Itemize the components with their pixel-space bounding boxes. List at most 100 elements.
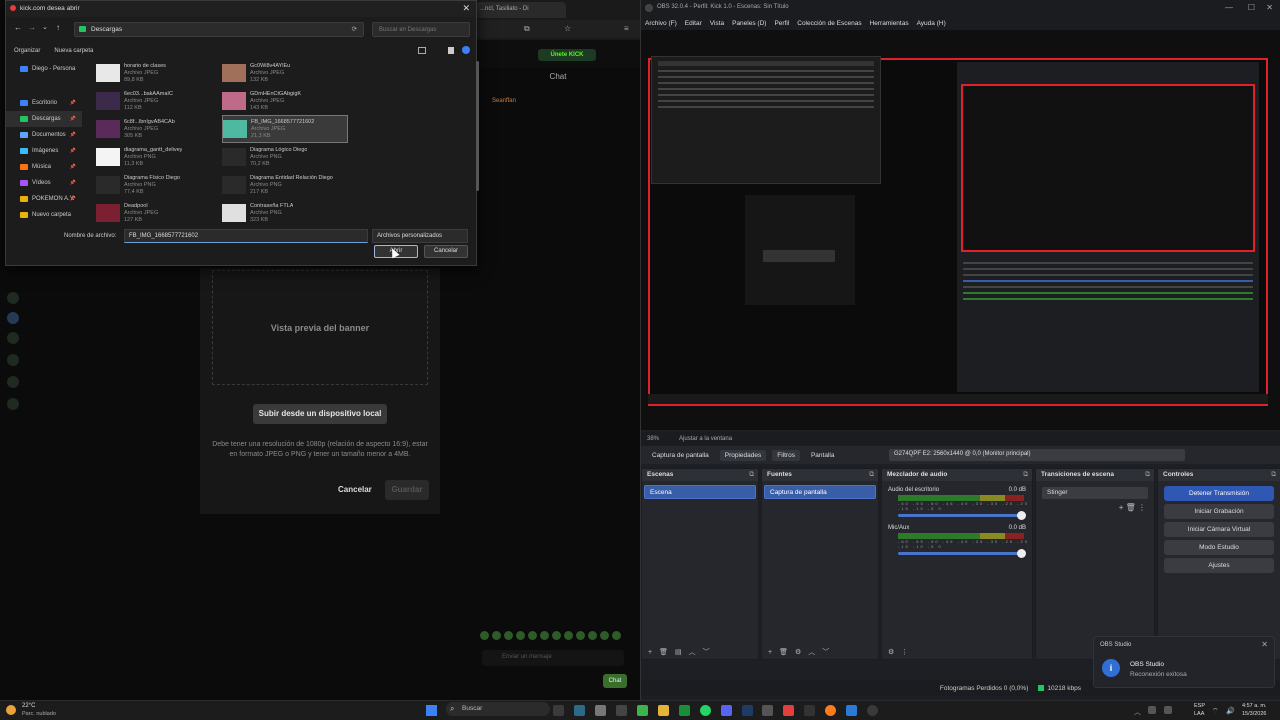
tray-icon[interactable] [1164, 706, 1172, 714]
dock-options-icon[interactable]: ⧉ [749, 471, 754, 479]
volume-icon[interactable]: 🔊 [1226, 707, 1235, 715]
emote-icon[interactable] [588, 631, 597, 640]
channel-avatar[interactable] [7, 376, 19, 388]
settings-button[interactable]: Ajustes [1164, 558, 1274, 573]
file-explorer-icon[interactable] [657, 705, 669, 716]
add-icon[interactable]: + [1119, 503, 1124, 512]
back-icon[interactable]: ← [14, 23, 22, 32]
path-segment[interactable]: Descargas [91, 26, 122, 33]
weather-temp[interactable]: 22°C [22, 703, 35, 709]
dialog-path-bar[interactable]: Descargas ⟳ [74, 22, 364, 37]
channel-avatar[interactable] [7, 292, 19, 304]
sidebar-item[interactable]: Diego - Persona [6, 61, 82, 77]
app-icon[interactable] [636, 705, 648, 716]
menu-icon[interactable]: ≡ [624, 24, 629, 33]
dialog-scrollbar[interactable] [476, 61, 479, 191]
menu-item[interactable]: Archivo (F) [645, 20, 677, 27]
app-icon[interactable] [615, 705, 627, 716]
app-icon[interactable] [741, 705, 753, 716]
tray-icon[interactable] [1148, 706, 1156, 714]
emote-icon[interactable] [492, 631, 501, 640]
emote-icon[interactable] [516, 631, 525, 640]
studio-mode-button[interactable]: Modo Estudio [1164, 540, 1274, 555]
remove-icon[interactable]: 🗑 [659, 648, 668, 656]
remove-icon[interactable]: 🗑 [779, 648, 788, 656]
more-icon[interactable]: ⋮ [901, 648, 908, 656]
close-icon[interactable]: ✕ [1261, 640, 1268, 649]
file-item[interactable]: FB_IMG_1668577721602 Archivo JPEG 21,3 KB [222, 115, 348, 143]
chevron-up-icon[interactable]: ︿ [1134, 707, 1141, 717]
view-icon[interactable] [418, 47, 426, 54]
emote-icon[interactable] [480, 631, 489, 640]
channel-avatar[interactable] [7, 354, 19, 366]
emote-icon[interactable] [564, 631, 573, 640]
add-icon[interactable]: + [768, 649, 772, 656]
refresh-icon[interactable]: ⟳ [352, 25, 357, 33]
menu-item[interactable]: Paneles (D) [732, 20, 766, 27]
menu-item[interactable]: Editar [685, 20, 702, 27]
remove-icon[interactable]: 🗑 [1126, 503, 1136, 512]
emote-icon[interactable] [528, 631, 537, 640]
fit-to-window-button[interactable]: Ajustar a la ventana [679, 436, 732, 442]
chat-input[interactable]: Enviar un mensaje [482, 650, 624, 666]
taskbar-search[interactable]: Buscar [446, 702, 550, 716]
file-item[interactable]: horario de clases Archivo JPEG 89,8 KB [96, 59, 222, 87]
preview-pane-icon[interactable] [448, 47, 454, 54]
subscribe-button[interactable]: Únete KICK [538, 49, 596, 61]
whatsapp-icon[interactable] [699, 705, 711, 716]
close-icon[interactable]: ✕ [462, 3, 470, 14]
app-icon[interactable] [594, 705, 606, 716]
sidebar-item[interactable]: Escritorio 📌 [6, 95, 82, 111]
file-item[interactable]: Deadpool Archivo JPEG 127 KB [96, 199, 222, 227]
sidebar-item[interactable]: Vídeos 📌 [6, 175, 82, 191]
modal-save-button[interactable]: Guardar [385, 480, 429, 500]
maximize-icon[interactable]: ☐ [1248, 3, 1255, 12]
sidebar-item[interactable]: Nuevo carpeta [6, 207, 82, 223]
language-indicator[interactable]: ESP [1194, 703, 1205, 709]
start-virtual-camera-button[interactable]: Iniciar Cámara Virtual [1164, 522, 1274, 537]
wifi-icon[interactable]: ⌔ [1212, 707, 1219, 716]
filetype-select[interactable]: Archivos personalizados [372, 229, 468, 243]
organize-button[interactable]: Organizar [14, 48, 40, 54]
file-item[interactable]: Gc0Wi8v4AYlEu Archivo JPEG 132 KB [222, 59, 348, 87]
new-folder-button[interactable]: Nueva carpeta [54, 48, 93, 54]
file-item[interactable]: Contraseña FTLA Archivo PNG 323 KB [222, 199, 348, 227]
source-item[interactable]: Captura de pantalla [764, 485, 876, 499]
weather-icon[interactable] [6, 705, 16, 715]
close-icon[interactable]: ✕ [1266, 3, 1273, 12]
app-icon[interactable] [846, 705, 858, 716]
move-down-icon[interactable]: ﹀ [703, 647, 710, 657]
add-icon[interactable]: + [648, 649, 652, 656]
emote-icon[interactable] [552, 631, 561, 640]
file-item[interactable]: diagrama_gantt_delivey Archivo PNG 11,3 KB [96, 143, 222, 171]
file-item[interactable]: Diagrama Lógico Diego Archivo PNG 70,2 KB [222, 143, 348, 171]
extensions-icon[interactable]: ⧉ [524, 24, 530, 34]
modal-cancel-button[interactable]: Cancelar [338, 485, 372, 494]
sidebar-item[interactable]: Música 📌 [6, 159, 82, 175]
dock-options-icon[interactable]: ⧉ [869, 471, 874, 479]
emote-icon[interactable] [540, 631, 549, 640]
chat-send-button[interactable]: Chat [603, 674, 627, 688]
weather-desc[interactable]: Parc. nublado [22, 711, 56, 717]
widgets-icon[interactable] [552, 705, 564, 716]
sidebar-item[interactable]: Imágenes 📌 [6, 143, 82, 159]
emote-icon[interactable] [600, 631, 609, 640]
chat-username[interactable]: Seanffan [492, 98, 516, 104]
emote-icon[interactable] [576, 631, 585, 640]
cancel-button[interactable]: Cancelar [424, 245, 468, 258]
channel-avatar[interactable] [7, 312, 19, 324]
more-icon[interactable]: ⋮ [1138, 503, 1146, 512]
channel-avatar[interactable] [7, 398, 19, 410]
discord-icon[interactable] [720, 705, 732, 716]
file-item[interactable]: Diagrama Entidad Relación Diego Archivo P… [222, 171, 348, 199]
obs-icon[interactable] [867, 705, 879, 716]
bookmark-icon[interactable]: ☆ [564, 24, 571, 33]
sidebar-item[interactable]: Descargas 📌 [6, 111, 82, 127]
file-item[interactable]: GDmHEnCtGAbgigK Archivo JPEG 143 KB [222, 87, 348, 115]
menu-item[interactable]: Ayuda (H) [917, 20, 946, 27]
firefox-icon[interactable] [825, 705, 837, 716]
start-icon[interactable] [426, 705, 437, 716]
clock-time[interactable]: 4:57 a. m. [1242, 703, 1266, 709]
menu-item[interactable]: Perfil [774, 20, 789, 27]
dialog-search-input[interactable]: Buscar en Descargas [372, 22, 470, 37]
